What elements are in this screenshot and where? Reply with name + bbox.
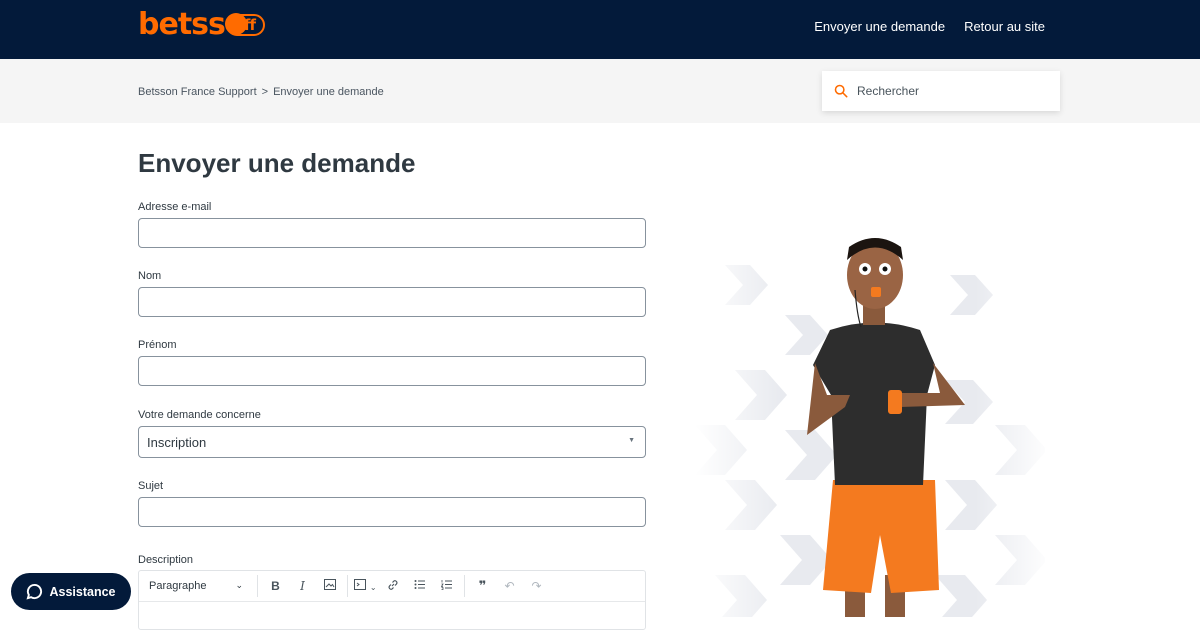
code-block-icon[interactable]: ⌄ [352,579,379,593]
sujet-field[interactable] [138,497,646,527]
chat-bubble-icon [26,583,43,600]
paragraph-format-value: Paragraphe [149,580,207,592]
chevron-down-icon: ▼ [628,437,635,444]
link-icon[interactable] [379,579,406,594]
nav-link-back-to-site[interactable]: Retour au site [964,19,1045,34]
logo-wordmark: betss [138,7,226,42]
search-input[interactable]: Rechercher [857,84,919,98]
request-topic-label: Votre demande concerne [138,409,261,421]
image-icon[interactable] [316,579,343,593]
email-label: Adresse e-mail [138,201,212,213]
breadcrumb-item-current[interactable]: Envoyer une demande [273,86,384,98]
request-topic-select[interactable]: Inscription ▼ [138,426,646,458]
top-header: betss ff Envoyer une demande Retour au s… [0,0,1200,59]
redo-icon[interactable]: ↷ [523,579,550,593]
email-field[interactable] [138,218,646,248]
betsson-logo[interactable]: betss ff [138,7,266,42]
header-nav: Envoyer une demande Retour au site [814,0,1045,53]
editor-toolbar: Paragraphe ⌄ B I ⌄ ❞ ↶ ↷ [139,571,645,602]
description-label: Description [138,554,194,566]
assistance-button[interactable]: Assistance [11,573,131,610]
quote-icon[interactable]: ❞ [469,578,496,594]
search-icon [834,84,848,98]
subheader-bar: Betsson France Support > Envoyer une dem… [0,59,1200,123]
breadcrumb: Betsson France Support > Envoyer une dem… [138,86,384,98]
mascot-image [695,235,1045,617]
toolbar-divider [257,575,258,597]
logo-badge-text: ff [243,15,257,34]
assistance-label: Assistance [49,584,116,599]
bold-icon[interactable]: B [262,579,289,593]
numbered-list-icon[interactable] [433,579,460,593]
page-title: Envoyer une demande [138,148,416,178]
italic-icon[interactable]: I [289,579,316,593]
nom-field[interactable] [138,287,646,317]
toolbar-divider [347,575,348,597]
request-topic-value: Inscription [147,434,207,450]
breadcrumb-item-support[interactable]: Betsson France Support [138,86,257,98]
logo-badge: ff [224,13,266,36]
chevron-down-icon: ⌄ [235,580,243,590]
description-editor[interactable]: Paragraphe ⌄ B I ⌄ ❞ ↶ ↷ [138,570,646,630]
nom-label: Nom [138,270,162,282]
toolbar-divider [464,575,465,597]
search-box[interactable]: Rechercher [822,71,1060,111]
breadcrumb-separator: > [261,86,269,98]
nav-link-submit-request[interactable]: Envoyer une demande [814,19,945,34]
undo-icon[interactable]: ↶ [496,579,523,593]
paragraph-format-select[interactable]: Paragraphe ⌄ [149,580,253,592]
prenom-label: Prénom [138,339,177,351]
prenom-field[interactable] [138,356,646,386]
sujet-label: Sujet [138,480,164,492]
support-mascot-illustration [695,235,1045,617]
bulleted-list-icon[interactable] [406,579,433,593]
